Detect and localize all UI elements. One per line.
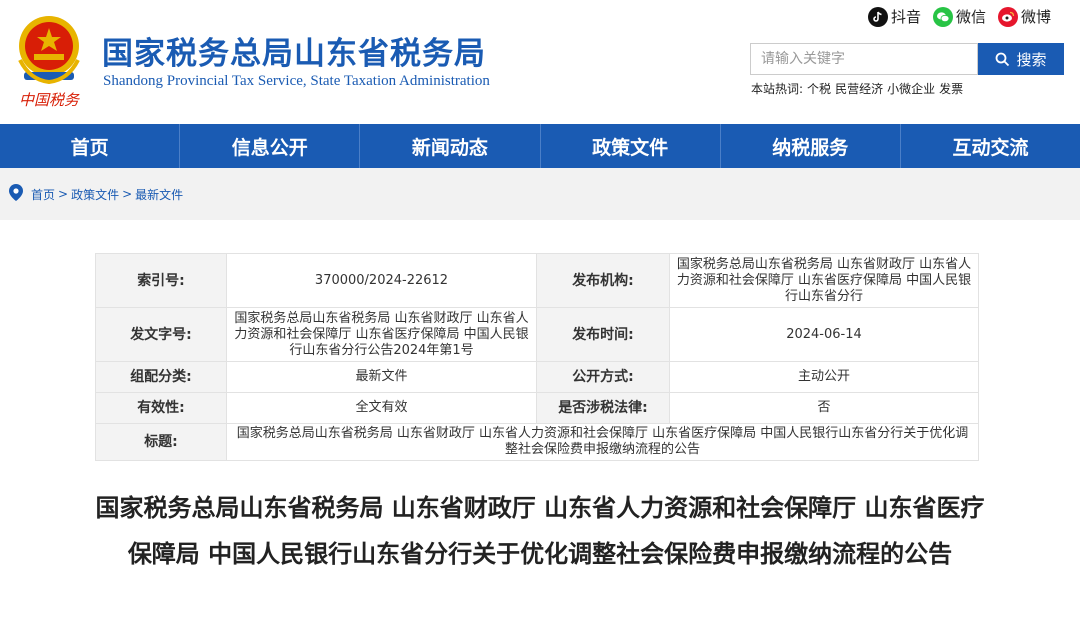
- social-wechat-label: 微信: [956, 8, 987, 26]
- nav-item-interaction[interactable]: 互动交流: [901, 124, 1080, 168]
- nav-item-tax-service[interactable]: 纳税服务: [721, 124, 901, 168]
- site-header: 中国税务 国家税务总局山东省税务局 Shandong Provincial Ta…: [0, 0, 1080, 124]
- douyin-icon: [868, 6, 888, 27]
- nav-item-home[interactable]: 首页: [0, 124, 181, 168]
- social-links: 抖音 微信 微博: [868, 6, 1051, 27]
- social-weibo-label: 微博: [1021, 8, 1052, 26]
- breadcrumb-latest[interactable]: 最新文件: [135, 186, 183, 203]
- site-subtitle-en: Shandong Provincial Tax Service, State T…: [103, 73, 490, 89]
- document-info-table: 索引号: 370000/2024-22612 发布机构: 国家税务总局山东省税务…: [95, 253, 979, 461]
- hot-word[interactable]: 小微企业: [887, 80, 935, 97]
- table-row: 索引号: 370000/2024-22612 发布机构: 国家税务总局山东省税务…: [95, 253, 979, 308]
- hot-word[interactable]: 个税: [807, 80, 831, 97]
- index-value: 370000/2024-22612: [226, 253, 537, 308]
- title-label: 标题:: [95, 423, 227, 461]
- emblem-caption: 中国税务: [19, 91, 81, 109]
- open-method-value: 主动公开: [669, 361, 979, 393]
- social-weibo[interactable]: 微博: [998, 6, 1051, 27]
- breadcrumb-separator: >: [58, 187, 69, 201]
- social-douyin-label: 抖音: [891, 8, 922, 26]
- nav-item-info-disclosure[interactable]: 信息公开: [180, 124, 361, 168]
- social-douyin[interactable]: 抖音: [868, 6, 921, 27]
- weibo-icon: [998, 6, 1019, 27]
- publisher-label: 发布机构:: [536, 253, 670, 308]
- publisher-value: 国家税务总局山东省税务局 山东省财政厅 山东省人力资源和社会保障厅 山东省医疗保…: [669, 253, 979, 308]
- search-button-label: 搜索: [1016, 50, 1047, 69]
- index-label: 索引号:: [95, 253, 227, 308]
- search-icon: [996, 52, 1010, 66]
- validity-label: 有效性:: [95, 392, 227, 424]
- table-row: 有效性: 全文有效 是否涉税法律: 否: [95, 392, 979, 424]
- validity-value: 全文有效: [226, 392, 537, 424]
- table-row: 标题: 国家税务总局山东省税务局 山东省财政厅 山东省人力资源和社会保障厅 山东…: [95, 423, 979, 461]
- main-nav: 首页 信息公开 新闻动态 政策文件 纳税服务 互动交流: [0, 124, 1080, 168]
- breadcrumb: 首页 > 政策文件 > 最新文件: [0, 168, 1080, 220]
- nav-item-policy[interactable]: 政策文件: [541, 124, 721, 168]
- search-input[interactable]: [750, 43, 978, 75]
- table-row: 发文字号: 国家税务总局山东省税务局 山东省财政厅 山东省人力资源和社会保障厅 …: [95, 307, 979, 362]
- title-value: 国家税务总局山东省税务局 山东省财政厅 山东省人力资源和社会保障厅 山东省医疗保…: [226, 423, 979, 461]
- doc-no-label: 发文字号:: [95, 307, 227, 362]
- breadcrumb-policy[interactable]: 政策文件: [71, 186, 119, 203]
- breadcrumb-separator: >: [122, 187, 133, 201]
- wechat-icon: [933, 6, 954, 27]
- social-wechat[interactable]: 微信: [933, 6, 986, 27]
- hot-word[interactable]: 民营经济: [835, 80, 883, 97]
- article-title: 国家税务总局山东省税务局 山东省财政厅 山东省人力资源和社会保障厅 山东省医疗保…: [95, 494, 985, 568]
- doc-no-value: 国家税务总局山东省税务局 山东省财政厅 山东省人力资源和社会保障厅 山东省医疗保…: [226, 307, 537, 362]
- tax-law-label: 是否涉税法律:: [536, 392, 670, 424]
- site-title[interactable]: 国家税务总局山东省税务局: [102, 28, 486, 73]
- hot-word[interactable]: 发票: [939, 80, 963, 97]
- breadcrumb-home[interactable]: 首页: [31, 186, 55, 203]
- location-pin-icon: [9, 184, 23, 204]
- tax-law-value: 否: [669, 392, 979, 424]
- tax-emblem-logo[interactable]: 中国税务: [10, 10, 88, 110]
- category-value: 最新文件: [226, 361, 537, 393]
- hot-words-label: 本站热词:: [751, 82, 804, 96]
- search-button[interactable]: 搜索: [978, 43, 1064, 75]
- table-row: 组配分类: 最新文件 公开方式: 主动公开: [95, 361, 979, 393]
- nav-item-news[interactable]: 新闻动态: [360, 124, 541, 168]
- date-value: 2024-06-14: [669, 307, 979, 362]
- open-method-label: 公开方式:: [536, 361, 670, 393]
- date-label: 发布时间:: [536, 307, 670, 362]
- category-label: 组配分类:: [95, 361, 227, 393]
- hot-words: 本站热词: 个税 民营经济 小微企业 发票: [751, 80, 963, 97]
